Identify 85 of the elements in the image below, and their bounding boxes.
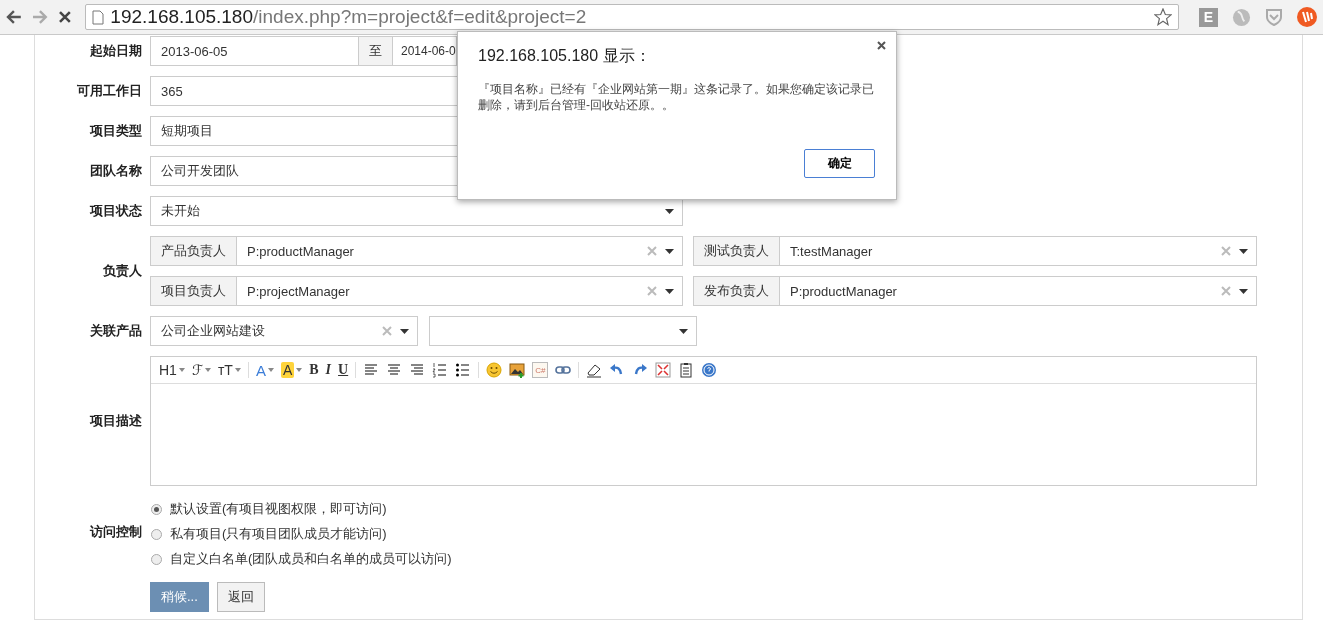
field-label: 团队名称	[89, 162, 142, 180]
image-icon[interactable]	[509, 362, 526, 378]
select-value: T:testManager	[790, 243, 873, 259]
align-left-icon[interactable]	[363, 362, 380, 378]
clipboard-icon[interactable]	[678, 362, 695, 378]
format-menu[interactable]: H1	[159, 362, 185, 378]
eraser-icon[interactable]	[586, 362, 603, 378]
shield-icon[interactable]	[1265, 7, 1283, 27]
field-label: 访问控制	[88, 523, 142, 541]
radio-label[interactable]: 自定义白名单(团队成员和白名单的成员可以访问)	[170, 550, 452, 568]
clear-icon[interactable]	[1221, 246, 1231, 256]
radio-label[interactable]: 私有项目(只有项目团队成员才能访问)	[170, 525, 387, 543]
field-label: 项目状态	[88, 202, 142, 220]
radio-button[interactable]	[151, 553, 162, 565]
dialog-title: 192.168.105.180 显示：	[478, 46, 652, 66]
bullet-list-icon[interactable]	[455, 362, 472, 378]
start-date-field[interactable]: 2013-06-05	[150, 36, 359, 66]
help-icon[interactable]	[701, 362, 718, 378]
field-label: 关联产品	[89, 322, 142, 340]
page-icon	[92, 9, 105, 25]
url-path: /index.php?m=project&f=edit&project=2	[253, 6, 587, 27]
close-icon[interactable]	[877, 41, 886, 50]
select-value: P:productManager	[790, 283, 897, 299]
addon-label: 产品负责人	[150, 236, 237, 266]
clear-icon[interactable]	[647, 246, 657, 256]
caret-icon	[1239, 288, 1248, 294]
addon-label: 发布负责人	[693, 276, 780, 306]
flame-icon[interactable]	[1297, 7, 1317, 27]
italic-button[interactable]: I	[325, 362, 332, 378]
caret-icon	[178, 368, 185, 372]
clear-icon[interactable]	[382, 326, 392, 336]
back-button[interactable]: 返回	[216, 582, 265, 612]
select-value: 未开始	[161, 202, 200, 220]
select-value: P:projectManager	[247, 283, 350, 299]
owner-select[interactable]: P:projectManager	[236, 276, 683, 306]
radio-button[interactable]	[151, 503, 162, 515]
underline-button[interactable]: U	[338, 362, 349, 378]
star-icon[interactable]	[1154, 8, 1172, 26]
caret-icon	[267, 368, 274, 372]
select-value: P:productManager	[247, 243, 354, 259]
caret-icon	[204, 368, 211, 372]
clear-icon[interactable]	[647, 286, 657, 296]
format-menu[interactable]: ℱ	[191, 362, 211, 378]
caret-icon	[665, 248, 674, 254]
owner-select[interactable]: T:testManager	[779, 236, 1257, 266]
field-label: 起始日期	[89, 42, 142, 60]
field-label: 项目类型	[88, 122, 142, 140]
ok-button[interactable]: 确定	[804, 149, 875, 178]
status-select[interactable]: 未开始	[150, 196, 683, 226]
field-label: 负责人	[102, 262, 142, 280]
caret-icon	[400, 328, 409, 334]
owner-select[interactable]: P:productManager	[779, 276, 1257, 306]
select-value: 公司企业网站建设	[161, 322, 265, 340]
field-label: 项目描述	[88, 412, 142, 430]
caret-icon	[296, 368, 303, 372]
select-value: 短期项目	[161, 122, 213, 140]
rich-text-editor[interactable]: H1 ℱ ᴛT A A B I U C#	[150, 356, 1257, 486]
field-label: 可用工作日	[76, 82, 142, 100]
product-select[interactable]: 公司企业网站建设	[150, 316, 418, 346]
forward-icon[interactable]	[31, 10, 48, 24]
fullscreen-icon[interactable]	[655, 362, 672, 378]
stop-icon[interactable]	[57, 10, 72, 24]
address-bar[interactable]: 192.168.105.180/index.php?m=project&f=edit&project=2	[85, 4, 1179, 30]
back-icon[interactable]	[6, 10, 22, 24]
end-date-field[interactable]: 2014-06-0	[392, 36, 457, 66]
align-center-icon[interactable]	[386, 362, 403, 378]
radio-label[interactable]: 默认设置(有项目视图权限，即可访问)	[170, 500, 387, 518]
smiley-icon[interactable]	[486, 362, 503, 378]
bold-button[interactable]: B	[309, 362, 319, 378]
addon-label: 项目负责人	[150, 276, 237, 306]
clear-icon[interactable]	[1221, 286, 1231, 296]
caret-icon	[234, 368, 241, 372]
addon-label: 测试负责人	[693, 236, 780, 266]
format-menu[interactable]: ᴛT	[217, 362, 241, 378]
font-color-menu[interactable]: A	[255, 361, 274, 379]
owner-select[interactable]: P:productManager	[236, 236, 683, 266]
caret-icon	[679, 328, 688, 334]
range-separator: 至	[358, 36, 393, 66]
numbered-list-icon[interactable]	[432, 362, 449, 378]
caret-icon	[1239, 248, 1248, 254]
url-host: 192.168.105.180	[110, 6, 253, 27]
caret-icon	[665, 208, 674, 214]
caret-icon	[665, 288, 674, 294]
align-right-icon[interactable]	[409, 362, 426, 378]
radio-button[interactable]	[151, 528, 162, 540]
